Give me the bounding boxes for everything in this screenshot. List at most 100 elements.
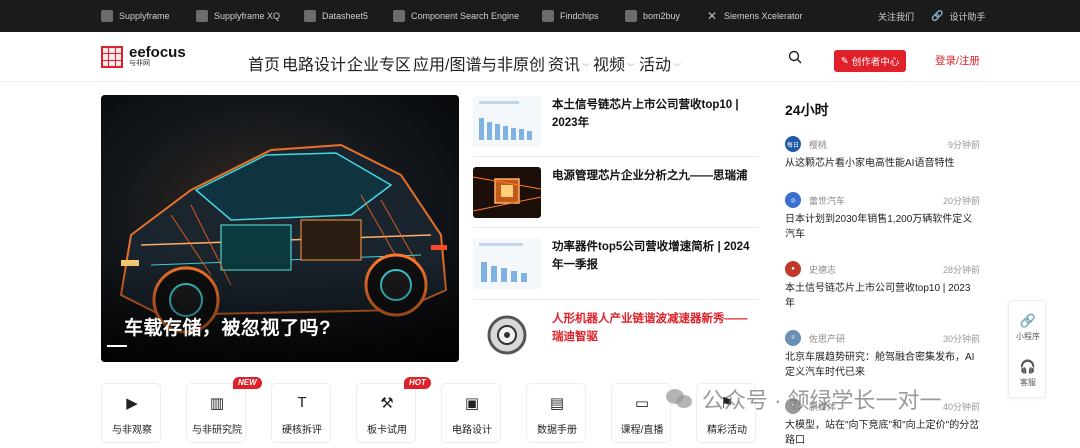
feed-item[interactable]: ◎ 蕾世汽车 20分钟前 日本计划到2030年销售1,200万辆软件定义汽车 [785, 192, 980, 242]
component-search-icon [393, 10, 405, 22]
topbar-link-datasheet5[interactable]: Datasheet5 [304, 0, 368, 32]
avatar[interactable]: ≡ [785, 330, 801, 346]
login-register-link[interactable]: 登录/注册 [935, 53, 980, 68]
article-title[interactable]: 本土信号链芯片上市公司营收top10 | 2023年 [552, 96, 752, 132]
feed-item[interactable]: ≡ 佐思产研 30分钟前 北京车展趋势研究：舱驾融合密集发布，AI定义汽车时代已来 [785, 330, 980, 380]
nav-video[interactable]: 视频 ﹀ [593, 51, 635, 75]
feed-author[interactable]: 史德志 [809, 263, 836, 276]
nav-original[interactable]: 与非原创 ﹀ [481, 51, 555, 75]
carousel-indicators [29, 345, 127, 347]
feed-item[interactable]: ● 史德志 28分钟前 本土信号链芯片上市公司营收top10 | 2023年 [785, 261, 980, 311]
quick-link-datasheet[interactable]: ▤ 数据手册 [526, 383, 586, 443]
quick-link-research[interactable]: ▥ 与非研究院 [186, 383, 246, 443]
article-item[interactable]: 本土信号链芯片上市公司营收top10 | 2023年 [473, 96, 758, 156]
carousel-dot[interactable] [81, 345, 101, 347]
topbar-link-supplyframe-xq[interactable]: Supplyframe XQ [196, 0, 280, 32]
creator-center-button[interactable]: ✎ 创作者中心 [834, 50, 906, 72]
article-title[interactable]: 人形机器人产业链谐波减速器新秀——瑞迪智驱 [552, 310, 752, 346]
new-badge: NEW [233, 377, 262, 389]
design-assistant-link[interactable]: 🔗 设计助手 [931, 0, 985, 32]
hammer-icon: T [297, 394, 307, 411]
chevron-down-icon: ﹀ [582, 63, 591, 72]
mini-program-button[interactable]: 🔗 小程序 [1009, 313, 1047, 342]
feed-title[interactable]: 本土信号链芯片上市公司营收top10 | 2023年 [785, 281, 980, 311]
article-item[interactable]: 电源管理芯片企业分析之九——思瑞浦 [473, 167, 758, 221]
divider [473, 156, 758, 157]
article-thumbnail[interactable] [473, 96, 541, 147]
datasheet-icon: ▤ [549, 395, 565, 412]
nav-circuit-design[interactable]: 电路设计 ﹀ [282, 51, 356, 75]
supplyframe-xq-icon [196, 10, 208, 22]
24h-heading: 24小时 [785, 102, 829, 118]
feed-author[interactable]: 蕾世汽车 [809, 194, 845, 207]
wechat-watermark: 公众号 · 领绿学长一对一 [666, 383, 942, 415]
article-title[interactable]: 功率器件top5公司营收增速简析 | 2024年一季报 [552, 238, 752, 274]
quick-link-board-trial[interactable]: ⚒ 板卡试用 [356, 383, 416, 443]
divider [473, 227, 758, 228]
headset-icon: 🎧 [1019, 359, 1037, 374]
avatar[interactable]: ◎ [785, 192, 801, 208]
findchips-icon [542, 10, 554, 22]
chip-icon: ▣ [464, 395, 480, 412]
topbar-link-findchips[interactable]: Findchips [542, 0, 599, 32]
feed-title[interactable]: 北京车展趋势研究：舱驾融合密集发布，AI定义汽车时代已来 [785, 350, 980, 380]
wechat-icon [666, 387, 694, 411]
feed-author[interactable]: 樱桃 [809, 138, 827, 151]
quick-link-circuit-design[interactable]: ▣ 电路设计 [441, 383, 501, 443]
feed-title[interactable]: 大模型，站在"向下竞底"和"向上定价"的分岔路口 [785, 418, 980, 448]
topbar-link-component-search[interactable]: Component Search Engine [393, 0, 519, 32]
divider [473, 299, 758, 300]
link-icon: 🔗 [1019, 313, 1037, 328]
video-icon: ▶ [126, 395, 138, 412]
nav-news[interactable]: 资讯 ﹀ [548, 51, 590, 75]
avatar[interactable]: 每日 [785, 136, 801, 152]
hot-badge: HOT [404, 377, 431, 389]
datasheet5-icon [304, 10, 316, 22]
logo-text: eefocus [129, 44, 186, 61]
feed-title[interactable]: 日本计划到2030年销售1,200万辆软件定义汽车 [785, 212, 980, 242]
article-title[interactable]: 电源管理芯片企业分析之九——思瑞浦 [552, 167, 752, 185]
site-logo[interactable]: eefocus 与非网 [101, 44, 186, 68]
feed-title[interactable]: 从这颗芯片看小家电高性能AI语音特性 [785, 156, 980, 171]
monitor-icon: ▭ [634, 395, 650, 412]
pen-icon: ✎ [840, 55, 849, 67]
topbar-link-siemens[interactable]: ✕ Siemens Xcelerator [706, 0, 803, 32]
supplyframe-icon [101, 10, 113, 22]
carousel-dot[interactable] [29, 345, 49, 347]
nav-home[interactable]: 首页 [248, 51, 280, 75]
chevron-down-icon: ﹀ [673, 63, 682, 72]
feed-author[interactable]: 佐思产研 [809, 332, 845, 345]
carousel-dot-active[interactable] [107, 345, 127, 347]
article-thumbnail[interactable] [473, 310, 541, 361]
carousel-dot[interactable] [55, 345, 75, 347]
tools-icon: ⚒ [380, 395, 394, 412]
search-icon[interactable] [788, 50, 802, 64]
chevron-down-icon: ﹀ [627, 63, 636, 72]
hero-title[interactable]: 车载存储，被忽视了吗? [124, 313, 331, 340]
nav-applications[interactable]: 应用/图谱 ﹀ [413, 51, 491, 75]
feed-time: 28分钟前 [942, 264, 980, 275]
follow-us-link[interactable]: 关注我们 [878, 0, 914, 32]
logo-mark-icon [101, 46, 123, 68]
quick-link-courses[interactable]: ▭ 课程/直播 [611, 383, 671, 443]
article-item[interactable]: 功率器件top5公司营收增速简析 | 2024年一季报 [473, 238, 758, 293]
feed-item[interactable]: 每日 樱桃 9分钟前 从这颗芯片看小家电高性能AI语音特性 [785, 136, 980, 176]
nav-events[interactable]: 活动 ﹀ [639, 51, 681, 75]
topbar-link-supplyframe[interactable]: Supplyframe [101, 0, 170, 32]
article-item[interactable]: 人形机器人产业链谐波减速器新秀——瑞迪智驱 [473, 310, 758, 366]
chart-icon: ▥ [209, 395, 225, 412]
hero-banner[interactable]: 车载存储，被忽视了吗? [101, 95, 459, 362]
main-header: eefocus 与非网 首页 电路设计 ﹀ 企业专区 ﹀ 应用/图谱 ﹀ 与非原创 ﹀ … [0, 32, 1080, 82]
article-thumbnail[interactable] [473, 167, 541, 218]
article-thumbnail[interactable] [473, 238, 541, 289]
feed-time: 9分钟前 [947, 139, 980, 150]
customer-service-button[interactable]: 🎧 客服 [1009, 359, 1047, 388]
logo-subtitle: 与非网 [129, 60, 150, 67]
quick-link-teardown[interactable]: T 硬核拆评 [271, 383, 331, 443]
avatar[interactable]: ● [785, 261, 801, 277]
floating-toolbar: 🔗 小程序 🎧 客服 [1008, 300, 1046, 398]
topbar-link-bom2buy[interactable]: bom2buy [625, 0, 680, 32]
nav-enterprise[interactable]: 企业专区 ﹀ [347, 51, 421, 75]
top-bar: Supplyframe Supplyframe XQ Datasheet5 Co… [0, 0, 1080, 32]
quick-link-observation[interactable]: ▶ 与非观察 [101, 383, 161, 443]
